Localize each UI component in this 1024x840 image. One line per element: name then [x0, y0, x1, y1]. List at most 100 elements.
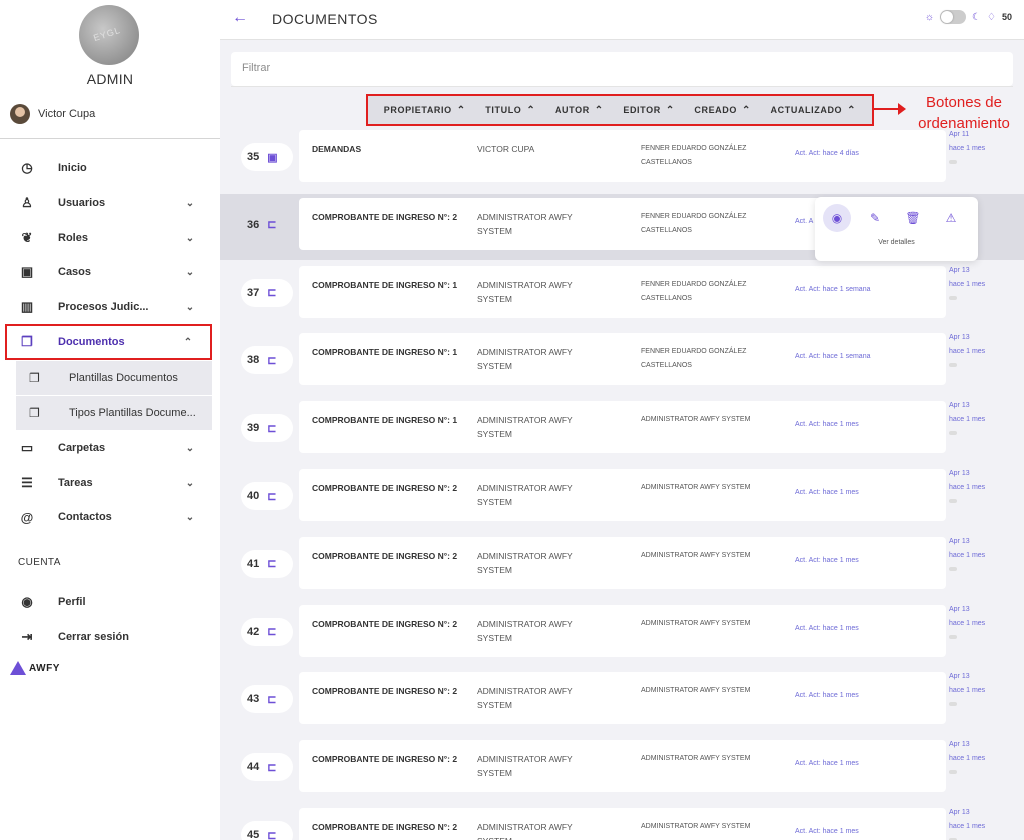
document-card[interactable]: COMPROBANTE DE INGRESO N°: 2 ADMINISTRATO…: [299, 672, 946, 725]
sun-icon: ☼: [924, 11, 935, 23]
sort-editor-button[interactable]: EDITOR ⌃: [623, 105, 674, 116]
row-number-badge: 38 ⊏: [241, 346, 293, 375]
nav-procesos-judiciales[interactable]: ▥ Procesos Judic... ⌄: [0, 290, 212, 324]
documents-icon: ❐: [21, 334, 33, 349]
document-author: VICTOR CUPA: [477, 144, 535, 154]
sort-titulo-button[interactable]: TITULO ⌃: [485, 105, 535, 116]
document-row[interactable]: 35 ▣ DEMANDAS VICTOR CUPA FENNER EDUARDO GON…: [220, 126, 1024, 192]
document-created: Apr 13 hace 1 mes: [949, 399, 1019, 436]
sort-actualizado-button[interactable]: ACTUALIZADO ⌃: [771, 105, 857, 116]
at-icon: @: [20, 509, 34, 525]
document-row[interactable]: 38 ⊏ COMPROBANTE DE INGRESO N°: 1 ADMINISTR…: [220, 329, 1024, 395]
chevron-down-icon: ⌄: [185, 511, 195, 523]
document-card[interactable]: COMPROBANTE DE INGRESO N°: 2 ADMINISTRATO…: [299, 740, 946, 793]
document-author: ADMINISTRATOR AWFY SYSTEM: [477, 483, 573, 507]
document-created: Apr 13 hace 1 mes: [949, 331, 1019, 368]
brand-logo: AWFY: [10, 661, 60, 675]
document-card[interactable]: COMPROBANTE DE INGRESO N°: 2 ADMINISTRATO…: [299, 604, 946, 657]
document-row[interactable]: 37 ⊏ COMPROBANTE DE INGRESO N°: 1 ADMINISTR…: [220, 262, 1024, 328]
document-card[interactable]: COMPROBANTE DE INGRESO N°: 2 ADMINISTRATO…: [299, 536, 946, 589]
nav-usuarios[interactable]: ♙ Usuarios ⌄: [0, 186, 212, 220]
nav-contactos[interactable]: @ Contactos ⌄: [0, 500, 212, 534]
bell-icon[interactable]: ♢: [987, 12, 996, 23]
document-row[interactable]: 40 ⊏ COMPROBANTE DE INGRESO N°: 2 ADMINISTR…: [220, 465, 1024, 531]
document-title: DEMANDAS: [312, 144, 362, 154]
row-number-badge: 41 ⊏: [241, 549, 293, 578]
chevron-up-icon: ⌃: [741, 104, 751, 116]
document-updated: Act. Act: hace 4 días: [795, 150, 859, 157]
subnav-plantillas-documentos[interactable]: ❐ Plantillas Documentos: [16, 361, 212, 395]
document-type-icon: ▣: [267, 151, 278, 164]
admin-avatar[interactable]: EYGL: [79, 5, 139, 65]
sort-propietario-button[interactable]: PROPIETARIO ⌃: [384, 105, 466, 116]
document-title: COMPROBANTE DE INGRESO N°: 2: [312, 618, 458, 629]
document-row[interactable]: 44 ⊏ COMPROBANTE DE INGRESO N°: 2 ADMINISTR…: [220, 736, 1024, 802]
document-type-icon: ⊏: [267, 287, 277, 300]
document-created: Apr 13 hace 1 mes: [949, 806, 1019, 840]
theme-toggle[interactable]: [940, 10, 967, 24]
nav-perfil[interactable]: ◉ Perfil: [0, 585, 212, 619]
nav-casos[interactable]: ▣ Casos ⌄: [0, 255, 212, 289]
document-card[interactable]: COMPROBANTE DE INGRESO N°: 1 ADMINISTRATO…: [299, 265, 946, 318]
eye-icon[interactable]: ◉: [823, 204, 851, 232]
user-name: Victor Cupa: [38, 108, 96, 120]
document-updated: Act. Act: hace 1 mes: [795, 624, 859, 632]
user-profile[interactable]: Victor Cupa: [10, 104, 95, 124]
nav-roles[interactable]: ❦ Roles ⌄: [0, 221, 212, 255]
document-updated: Act. Act: hace 1 semana: [795, 353, 871, 361]
sort-creado-button[interactable]: CREADO ⌃: [694, 105, 751, 116]
document-type-icon: ⊏: [267, 693, 277, 706]
chevron-up-icon: ⌃: [456, 104, 466, 116]
document-card[interactable]: COMPROBANTE DE INGRESO N°: 1 ADMINISTRATO…: [299, 401, 946, 454]
popover-label: Ver detalles: [878, 239, 915, 246]
document-row[interactable]: 39 ⊏ COMPROBANTE DE INGRESO N°: 1 ADMINISTR…: [220, 397, 1024, 463]
section-cuenta: CUENTA: [18, 557, 61, 568]
nav-inicio[interactable]: ◷ Inicio: [0, 151, 212, 185]
document-updated: Act. Act: hace 1 mes: [795, 692, 859, 700]
document-editor: ADMINISTRATOR AWFY SYSTEM: [641, 823, 751, 830]
document-title: COMPROBANTE DE INGRESO N°: 2: [312, 822, 458, 832]
document-card[interactable]: COMPROBANTE DE INGRESO N°: 2 ADMINISTRATO…: [299, 469, 946, 521]
status-dot: [949, 160, 957, 164]
document-created: Apr 13 hace 1 mes: [949, 603, 1019, 639]
document-title: COMPROBANTE DE INGRESO N°: 1: [312, 279, 458, 290]
nav-carpetas[interactable]: ▭ Carpetas ⌄: [0, 431, 212, 465]
subnav-tipos-plantillas[interactable]: ❐ Tipos Plantillas Docume...: [16, 396, 212, 430]
annotation-arrow: [874, 103, 906, 115]
row-number-badge: 36 ⊏: [247, 218, 277, 232]
document-created: Apr 13 hace 1 mes: [949, 264, 1019, 300]
status-dot: [949, 702, 957, 707]
document-type-icon: ⊏: [267, 219, 277, 232]
chevron-up-icon: ⌃: [665, 104, 675, 116]
document-row[interactable]: 45 ⊏ COMPROBANTE DE INGRESO N°: 2 ADMINISTR…: [220, 804, 1024, 840]
document-editor: FENNER EDUARDO GONZÁLEZ CASTELLANOS: [641, 348, 747, 370]
document-card[interactable]: COMPROBANTE DE INGRESO N°: 1 ADMINISTRATO…: [299, 333, 946, 386]
document-card[interactable]: DEMANDAS VICTOR CUPA FENNER EDUARDO GONZÁL…: [299, 130, 946, 182]
document-title: COMPROBANTE DE INGRESO N°: 1: [312, 415, 458, 426]
back-arrow-icon[interactable]: ←: [232, 9, 248, 27]
logo-icon: [10, 661, 26, 675]
page-title: DOCUMENTOS: [272, 11, 378, 27]
document-title: COMPROBANTE DE INGRESO N°: 2: [312, 550, 458, 561]
warning-icon[interactable]: ⚠: [937, 204, 965, 232]
chevron-up-icon: ⌃: [847, 104, 857, 116]
document-row[interactable]: 42 ⊏ COMPROBANTE DE INGRESO N°: 2 ADMINISTR…: [220, 601, 1024, 667]
document-author: ADMINISTRATOR AWFY SYSTEM: [477, 822, 573, 840]
edit-icon[interactable]: ✎: [861, 204, 889, 232]
document-editor: FENNER EDUARDO GONZÁLEZ CASTELLANOS: [641, 145, 747, 166]
document-row[interactable]: 43 ⊏ COMPROBANTE DE INGRESO N°: 2 ADMINISTR…: [220, 668, 1024, 734]
sort-autor-button[interactable]: AUTOR ⌃: [555, 105, 604, 116]
document-type-icon: ⊏: [267, 422, 277, 435]
document-row[interactable]: 41 ⊏ COMPROBANTE DE INGRESO N°: 2 ADMINISTR…: [220, 533, 1024, 599]
row-number-badge: 39 ⊏: [241, 414, 293, 443]
nav-cerrar-sesion[interactable]: ⇥ Cerrar sesión: [0, 620, 212, 654]
filter-underline: [231, 86, 1013, 87]
filter-input[interactable]: Filtrar: [231, 52, 1013, 86]
nav-tareas[interactable]: ☰ Tareas ⌄: [0, 466, 212, 500]
document-card[interactable]: COMPROBANTE DE INGRESO N°: 2 ADMINISTRATO…: [299, 808, 946, 840]
chevron-down-icon: ⌄: [185, 477, 195, 489]
nav-documentos[interactable]: ❐ Documentos ⌃: [5, 324, 212, 360]
trash-icon[interactable]: 🗑: [899, 204, 927, 232]
document-editor: ADMINISTRATOR AWFY SYSTEM: [641, 551, 751, 559]
status-dot: [949, 634, 957, 639]
